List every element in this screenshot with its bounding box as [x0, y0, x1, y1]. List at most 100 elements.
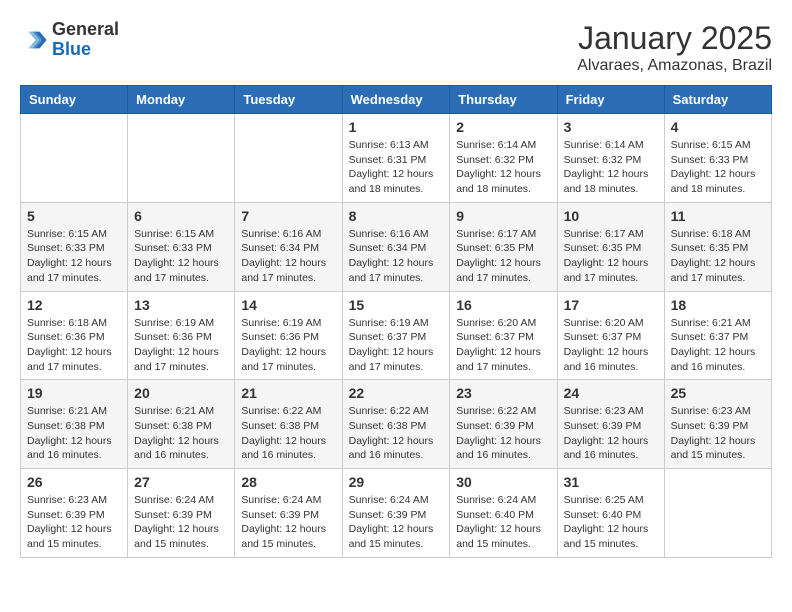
location-subtitle: Alvaraes, Amazonas, Brazil: [577, 57, 772, 75]
calendar-cell: 17 Sunrise: 6:20 AM Sunset: 6:37 PM Dayli…: [557, 291, 664, 380]
calendar-week-row: 19 Sunrise: 6:21 AM Sunset: 6:38 PM Dayli…: [21, 380, 772, 469]
calendar-week-row: 26 Sunrise: 6:23 AM Sunset: 6:39 PM Dayli…: [21, 469, 772, 558]
calendar-week-row: 12 Sunrise: 6:18 AM Sunset: 6:36 PM Dayli…: [21, 291, 772, 380]
day-number: 4: [671, 119, 765, 135]
day-number: 5: [27, 208, 121, 224]
day-info: Sunrise: 6:19 AM Sunset: 6:37 PM Dayligh…: [349, 316, 444, 375]
day-info: Sunrise: 6:24 AM Sunset: 6:39 PM Dayligh…: [134, 493, 228, 552]
day-number: 17: [564, 297, 658, 313]
day-number: 16: [456, 297, 550, 313]
day-number: 12: [27, 297, 121, 313]
day-info: Sunrise: 6:23 AM Sunset: 6:39 PM Dayligh…: [27, 493, 121, 552]
calendar-cell: 19Sunrise: 6:21 AM Sunset: 6:38 PM Dayli…: [21, 380, 128, 469]
day-info: Sunrise: 6:19 AM Sunset: 6:36 PM Dayligh…: [134, 316, 228, 375]
day-of-week-header: Sunday: [21, 86, 128, 114]
calendar-cell: 9Sunrise: 6:17 AM Sunset: 6:35 PM Daylig…: [450, 202, 557, 291]
calendar-cell: 22Sunrise: 6:22 AM Sunset: 6:38 PM Dayli…: [342, 380, 450, 469]
calendar-cell: 28Sunrise: 6:24 AM Sunset: 6:39 PM Dayli…: [235, 469, 342, 558]
day-info: Sunrise: 6:15 AM Sunset: 6:33 PM Dayligh…: [134, 227, 228, 286]
day-info: Sunrise: 6:21 AM Sunset: 6:37 PM Dayligh…: [671, 316, 765, 375]
calendar-cell: 18 Sunrise: 6:21 AM Sunset: 6:37 PM Dayli…: [664, 291, 771, 380]
day-info: Sunrise: 6:20 AM Sunset: 6:37 PM Dayligh…: [564, 316, 658, 375]
day-number: 14: [241, 297, 335, 313]
day-number: 29: [349, 474, 444, 490]
calendar-cell: 26 Sunrise: 6:23 AM Sunset: 6:39 PM Dayli…: [21, 469, 128, 558]
day-info: Sunrise: 6:18 AM Sunset: 6:36 PM Dayligh…: [27, 316, 121, 375]
day-number: 24: [564, 385, 658, 401]
calendar-cell: 27 Sunrise: 6:24 AM Sunset: 6:39 PM Dayli…: [128, 469, 235, 558]
day-info: Sunrise: 6:13 AM Sunset: 6:31 PM Dayligh…: [349, 138, 444, 197]
month-title: January 2025: [577, 20, 772, 57]
day-info: Sunrise: 6:22 AM Sunset: 6:39 PM Dayligh…: [456, 404, 550, 463]
day-number: 8: [349, 208, 444, 224]
calendar-table: SundayMondayTuesdayWednesdayThursdayFrid…: [20, 85, 772, 558]
calendar-cell: 31 Sunrise: 6:25 AM Sunset: 6:40 PM Dayli…: [557, 469, 664, 558]
day-number: 15: [349, 297, 444, 313]
day-number: 25: [671, 385, 765, 401]
day-number: 23: [456, 385, 550, 401]
day-info: Sunrise: 6:25 AM Sunset: 6:40 PM Dayligh…: [564, 493, 658, 552]
calendar-cell: 8 Sunrise: 6:16 AM Sunset: 6:34 PM Daylig…: [342, 202, 450, 291]
calendar-cell: 3 Sunrise: 6:14 AM Sunset: 6:32 PM Daylig…: [557, 114, 664, 203]
day-number: 30: [456, 474, 550, 490]
day-of-week-header: Saturday: [664, 86, 771, 114]
logo-general-text: General: [52, 20, 119, 40]
day-number: 21: [241, 385, 335, 401]
calendar-header-row: SundayMondayTuesdayWednesdayThursdayFrid…: [21, 86, 772, 114]
general-blue-icon: [20, 26, 48, 54]
calendar-cell: 12 Sunrise: 6:18 AM Sunset: 6:36 PM Dayli…: [21, 291, 128, 380]
day-number: 10: [564, 208, 658, 224]
day-number: 26: [27, 474, 121, 490]
day-info: Sunrise: 6:22 AM Sunset: 6:38 PM Dayligh…: [241, 404, 335, 463]
calendar-cell: 20 Sunrise: 6:21 AM Sunset: 6:38 PM Dayli…: [128, 380, 235, 469]
calendar-cell: 24 Sunrise: 6:23 AM Sunset: 6:39 PM Dayli…: [557, 380, 664, 469]
logo: General Blue: [20, 20, 119, 60]
day-number: 20: [134, 385, 228, 401]
day-info: Sunrise: 6:16 AM Sunset: 6:34 PM Dayligh…: [241, 227, 335, 286]
day-number: 19: [27, 385, 121, 401]
calendar-cell: 10 Sunrise: 6:17 AM Sunset: 6:35 PM Dayli…: [557, 202, 664, 291]
calendar-cell: 15 Sunrise: 6:19 AM Sunset: 6:37 PM Dayli…: [342, 291, 450, 380]
day-info: Sunrise: 6:18 AM Sunset: 6:35 PM Dayligh…: [671, 227, 765, 286]
day-of-week-header: Thursday: [450, 86, 557, 114]
day-number: 11: [671, 208, 765, 224]
day-number: 3: [564, 119, 658, 135]
day-of-week-header: Wednesday: [342, 86, 450, 114]
calendar-cell: [128, 114, 235, 203]
calendar-cell: 5Sunrise: 6:15 AM Sunset: 6:33 PM Daylig…: [21, 202, 128, 291]
day-of-week-header: Friday: [557, 86, 664, 114]
calendar-cell: 11 Sunrise: 6:18 AM Sunset: 6:35 PM Dayli…: [664, 202, 771, 291]
calendar-cell: 1Sunrise: 6:13 AM Sunset: 6:31 PM Daylig…: [342, 114, 450, 203]
calendar-cell: 7Sunrise: 6:16 AM Sunset: 6:34 PM Daylig…: [235, 202, 342, 291]
day-info: Sunrise: 6:16 AM Sunset: 6:34 PM Dayligh…: [349, 227, 444, 286]
day-info: Sunrise: 6:17 AM Sunset: 6:35 PM Dayligh…: [564, 227, 658, 286]
calendar-cell: [21, 114, 128, 203]
day-info: Sunrise: 6:14 AM Sunset: 6:32 PM Dayligh…: [564, 138, 658, 197]
day-info: Sunrise: 6:14 AM Sunset: 6:32 PM Dayligh…: [456, 138, 550, 197]
day-number: 28: [241, 474, 335, 490]
calendar-cell: 13 Sunrise: 6:19 AM Sunset: 6:36 PM Dayli…: [128, 291, 235, 380]
calendar-cell: [664, 469, 771, 558]
day-number: 13: [134, 297, 228, 313]
day-number: 2: [456, 119, 550, 135]
page-header: General Blue January 2025 Alvaraes, Amaz…: [20, 20, 772, 75]
day-number: 9: [456, 208, 550, 224]
day-info: Sunrise: 6:19 AM Sunset: 6:36 PM Dayligh…: [241, 316, 335, 375]
day-of-week-header: Tuesday: [235, 86, 342, 114]
calendar-cell: 16 Sunrise: 6:20 AM Sunset: 6:37 PM Dayli…: [450, 291, 557, 380]
day-info: Sunrise: 6:23 AM Sunset: 6:39 PM Dayligh…: [671, 404, 765, 463]
calendar-cell: 21 Sunrise: 6:22 AM Sunset: 6:38 PM Dayli…: [235, 380, 342, 469]
logo-blue-text: Blue: [52, 40, 119, 60]
day-number: 6: [134, 208, 228, 224]
day-number: 18: [671, 297, 765, 313]
day-info: Sunrise: 6:23 AM Sunset: 6:39 PM Dayligh…: [564, 404, 658, 463]
calendar-cell: 23 Sunrise: 6:22 AM Sunset: 6:39 PM Dayli…: [450, 380, 557, 469]
day-number: 27: [134, 474, 228, 490]
day-info: Sunrise: 6:20 AM Sunset: 6:37 PM Dayligh…: [456, 316, 550, 375]
day-info: Sunrise: 6:24 AM Sunset: 6:40 PM Dayligh…: [456, 493, 550, 552]
day-info: Sunrise: 6:21 AM Sunset: 6:38 PM Dayligh…: [134, 404, 228, 463]
calendar-cell: 6 Sunrise: 6:15 AM Sunset: 6:33 PM Daylig…: [128, 202, 235, 291]
calendar-week-row: 1Sunrise: 6:13 AM Sunset: 6:31 PM Daylig…: [21, 114, 772, 203]
day-number: 31: [564, 474, 658, 490]
day-info: Sunrise: 6:15 AM Sunset: 6:33 PM Dayligh…: [671, 138, 765, 197]
